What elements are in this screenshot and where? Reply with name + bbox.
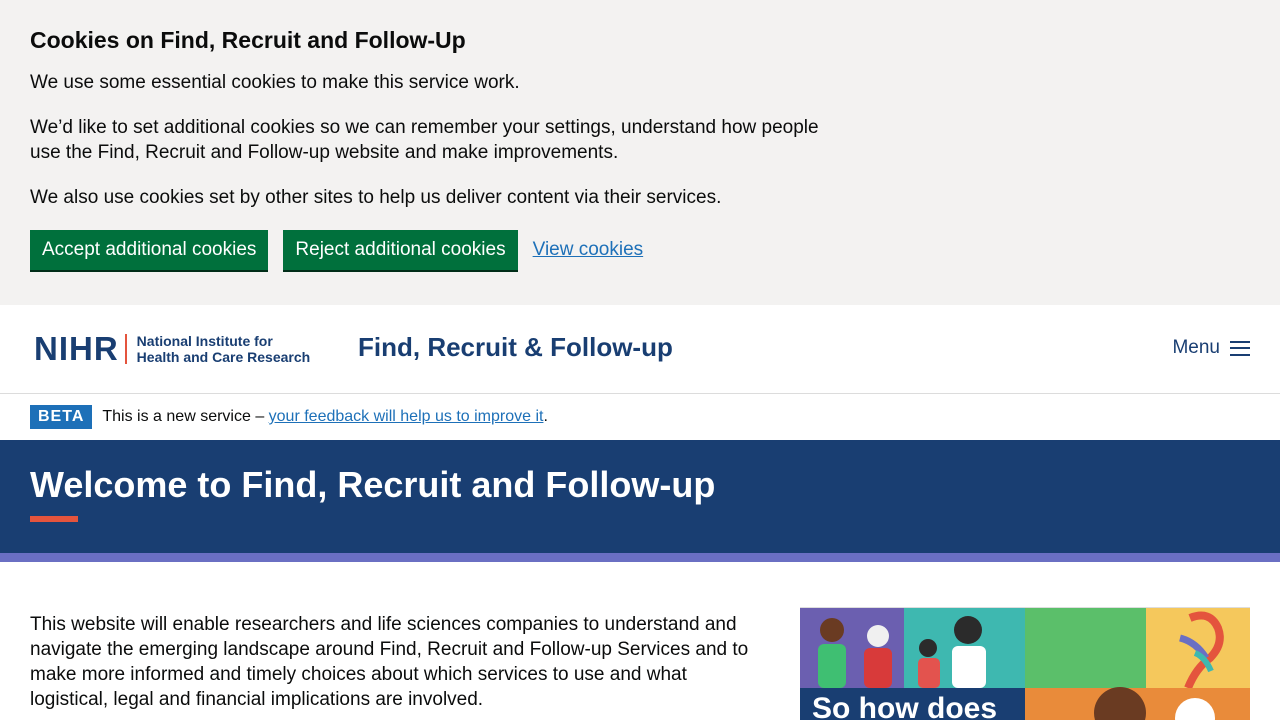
reject-cookies-button[interactable]: Reject additional cookies	[283, 230, 518, 270]
beta-tag: BETA	[30, 405, 93, 429]
cookie-paragraph-third-party: We also use cookies set by other sites t…	[30, 187, 722, 208]
feedback-link[interactable]: your feedback will help us to improve it	[269, 408, 544, 425]
cookie-paragraph-essential: We use some essential cookies to make th…	[30, 72, 520, 93]
menu-label: Menu	[1172, 337, 1220, 358]
cookie-paragraph-additional: We’d like to set additional cookies so w…	[30, 117, 819, 163]
menu-button[interactable]: Menu	[1172, 337, 1250, 359]
illustration-graphic: So how does	[800, 608, 1250, 720]
illustration-caption: So how does	[812, 692, 997, 720]
page-title: Welcome to Find, Recruit and Follow-up	[30, 464, 716, 505]
hamburger-icon	[1230, 340, 1250, 356]
logo-fullname: National Institute for Health and Care R…	[137, 333, 311, 365]
hero-accent-strip	[0, 553, 1280, 562]
service-name-link[interactable]: Find, Recruit & Follow-up	[358, 331, 673, 363]
intro-paragraph: This website will enable researchers and…	[30, 614, 749, 710]
accept-cookies-button[interactable]: Accept additional cookies	[30, 230, 269, 270]
logo-line-1: National Institute for	[136, 333, 273, 349]
title-accent-bar	[30, 516, 78, 522]
view-cookies-link[interactable]: View cookies	[533, 239, 644, 261]
logo-divider	[124, 334, 127, 364]
nihr-logo[interactable]: NIHR National Institute for Health and C…	[34, 330, 311, 367]
cookie-banner-title: Cookies on Find, Recruit and Follow-Up	[30, 27, 466, 53]
phase-text-after: .	[543, 408, 548, 425]
phase-text-before: This is a new service –	[102, 408, 269, 425]
hero-illustration: So how does	[800, 607, 1250, 720]
logo-acronym: NIHR	[34, 330, 119, 367]
hero-banner: Welcome to Find, Recruit and Follow-up	[0, 440, 1280, 553]
phase-banner: BETA This is a new service – your feedba…	[0, 394, 1280, 440]
logo-line-2: Health and Care Research	[136, 349, 311, 365]
site-header: NIHR National Institute for Health and C…	[0, 305, 1280, 394]
cookie-banner: Cookies on Find, Recruit and Follow-Up W…	[0, 0, 1280, 305]
phase-banner-text: This is a new service – your feedback wi…	[102, 408, 548, 426]
cookie-actions: Accept additional cookies Reject additio…	[30, 230, 1250, 270]
